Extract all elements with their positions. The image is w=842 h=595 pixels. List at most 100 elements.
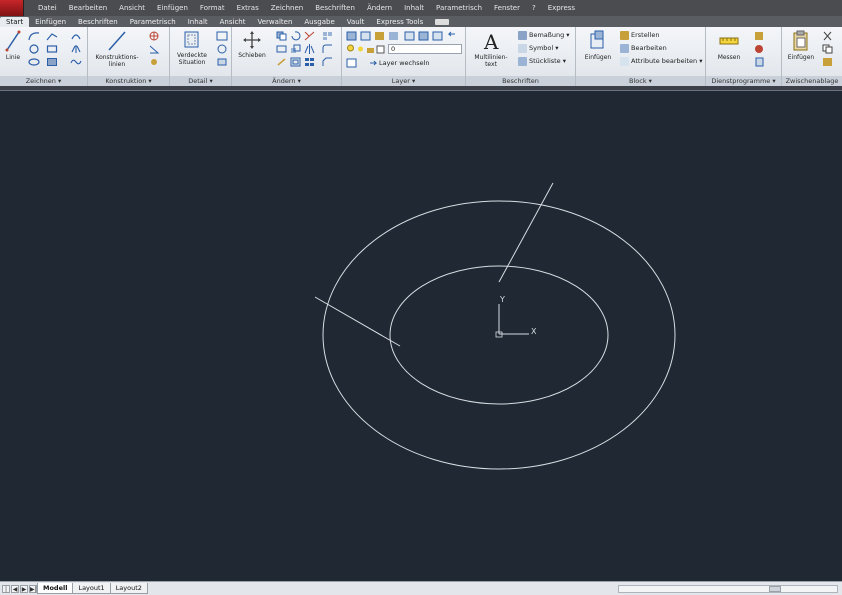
copy-icon[interactable]	[276, 31, 287, 41]
panel-title-block[interactable]: Block ▾	[576, 76, 705, 86]
block-create-button[interactable]: Erstellen	[620, 30, 659, 40]
nav-last-button[interactable]: ▶|	[29, 584, 37, 593]
nav-next-button[interactable]: ▶	[20, 584, 28, 593]
menu-extras[interactable]: Extras	[231, 0, 265, 16]
panel-title-zwischenablage[interactable]: Zwischenablage	[782, 76, 842, 86]
fillet-icon[interactable]	[322, 44, 333, 54]
tab-inhalt[interactable]: Inhalt	[182, 17, 214, 27]
center-mark-icon[interactable]	[148, 31, 160, 41]
menu-aendern[interactable]: Ändern	[361, 0, 398, 16]
layer-lock-icon[interactable]	[418, 31, 429, 41]
explode-icon[interactable]	[276, 57, 287, 67]
arrange-icon[interactable]	[148, 57, 160, 67]
make-current-icon[interactable]	[346, 58, 357, 68]
drawing-svg[interactable]: Y X	[0, 91, 842, 581]
tab-ansicht[interactable]: Ansicht	[214, 17, 252, 27]
tab-layout2[interactable]: Layout2	[109, 583, 148, 594]
lightbulb-icon[interactable]	[346, 44, 355, 54]
menu-format[interactable]: Format	[194, 0, 231, 16]
menu-zeichnen[interactable]: Zeichnen	[265, 0, 310, 16]
polyline-icon[interactable]	[28, 31, 40, 41]
outer-ellipse[interactable]	[322, 200, 676, 470]
panel-title-layer[interactable]: Layer ▾	[342, 76, 465, 86]
menu-express[interactable]: Express	[542, 0, 581, 16]
move-button[interactable]: Schieben	[236, 30, 268, 59]
mirror-tool-icon[interactable]	[304, 44, 315, 54]
tab-express-tools[interactable]: Express Tools	[370, 17, 429, 27]
menu-parametrisch[interactable]: Parametrisch	[430, 0, 488, 16]
layer-properties-icon[interactable]	[346, 31, 357, 41]
ribbon-minimize-icon[interactable]	[435, 19, 450, 25]
menu-einfuegen[interactable]: Einfügen	[151, 0, 194, 16]
lock-open-icon[interactable]	[366, 44, 375, 54]
attribute-edit-button[interactable]: Attribute bearbeiten ▾	[620, 56, 703, 66]
layer-isolate-icon[interactable]	[374, 31, 385, 41]
panel-title-dienstprogramme[interactable]: Dienstprogramme ▾	[706, 76, 781, 86]
menu-fenster[interactable]: Fenster	[488, 0, 526, 16]
circle-icon[interactable]	[28, 44, 40, 54]
menu-ansicht[interactable]: Ansicht	[113, 0, 151, 16]
panel-title-konstruktion[interactable]: Konstruktion ▾	[88, 76, 169, 86]
panel-title-zeichnen[interactable]: Zeichnen ▾	[0, 76, 87, 86]
horizontal-scrollbar[interactable]	[618, 585, 838, 593]
menu-inhalt[interactable]: Inhalt	[398, 0, 430, 16]
construction-lines-button[interactable]: Konstruktions- linien	[92, 30, 142, 68]
block-insert-button[interactable]: Einfügen	[580, 30, 616, 61]
quick-select-icon[interactable]	[754, 31, 766, 41]
symbol-button[interactable]: Symbol ▾	[518, 43, 559, 53]
array-icon[interactable]	[322, 31, 333, 41]
drawing-canvas[interactable]: Y X	[0, 91, 842, 581]
block-edit-button[interactable]: Bearbeiten	[620, 43, 667, 53]
tab-verwalten[interactable]: Verwalten	[252, 17, 299, 27]
mtext-button[interactable]: A Multilinien- text	[470, 30, 512, 68]
dimension-angle-icon[interactable]	[148, 44, 160, 54]
offset-icon[interactable]	[290, 57, 301, 67]
layer-match-icon[interactable]	[432, 31, 443, 41]
chamfer-icon[interactable]	[322, 57, 333, 67]
measure-button[interactable]: Messen	[712, 30, 746, 61]
application-menu-button[interactable]	[0, 0, 24, 16]
menu-bearbeiten[interactable]: Bearbeiten	[63, 0, 113, 16]
nav-first-button[interactable]: |◀	[2, 584, 10, 595]
trim-icon[interactable]	[304, 31, 315, 41]
spline-icon[interactable]	[70, 57, 82, 67]
tab-layout1[interactable]: Layout1	[72, 583, 111, 594]
sun-icon[interactable]	[356, 44, 365, 54]
line-button[interactable]: Linie	[3, 30, 23, 61]
tab-vault[interactable]: Vault	[341, 17, 371, 27]
tab-start[interactable]: Start	[0, 17, 30, 27]
mirror-icon[interactable]	[70, 44, 82, 54]
paste-button[interactable]: Einfügen	[786, 30, 816, 61]
parts-list-button[interactable]: Stückliste ▾	[518, 56, 566, 66]
construction-line-left[interactable]	[314, 296, 401, 347]
layer-color-icon[interactable]	[376, 44, 385, 54]
polyline-tool-icon[interactable]	[46, 31, 58, 41]
inner-ellipse[interactable]	[389, 265, 609, 405]
rectangle-icon[interactable]	[46, 44, 58, 54]
panel-title-aendern[interactable]: Ändern ▾	[232, 76, 341, 86]
construction-line-top[interactable]	[498, 182, 554, 283]
dimension-button[interactable]: Bemaßung ▾	[518, 30, 570, 40]
hatch-icon[interactable]	[46, 57, 58, 67]
layer-off-icon[interactable]	[404, 31, 415, 41]
layer-dropdown[interactable]: 0	[388, 44, 462, 54]
detail-view-icon[interactable]	[216, 31, 228, 41]
menu-hilfe[interactable]: ?	[526, 0, 542, 16]
scrollbar-thumb[interactable]	[769, 586, 781, 592]
menu-datei[interactable]: Datei	[32, 0, 63, 16]
rotate-icon[interactable]	[290, 31, 301, 41]
layer-freeze-icon[interactable]	[388, 31, 399, 41]
layer-state-icon[interactable]	[360, 31, 371, 41]
panel-title-beschriften[interactable]: Beschriften	[466, 76, 575, 86]
cut-icon[interactable]	[822, 31, 833, 41]
arc-icon[interactable]	[70, 31, 82, 41]
tab-beschriften[interactable]: Beschriften	[72, 17, 124, 27]
view-icon[interactable]	[216, 57, 228, 67]
tab-modell[interactable]: Modell	[37, 583, 74, 594]
stretch-icon[interactable]	[276, 44, 287, 54]
ellipse-icon[interactable]	[28, 57, 40, 67]
grid-array-icon[interactable]	[304, 57, 315, 67]
copy-clip-icon[interactable]	[822, 44, 833, 54]
nav-prev-button[interactable]: ◀	[11, 584, 19, 593]
id-point-icon[interactable]	[754, 44, 766, 54]
